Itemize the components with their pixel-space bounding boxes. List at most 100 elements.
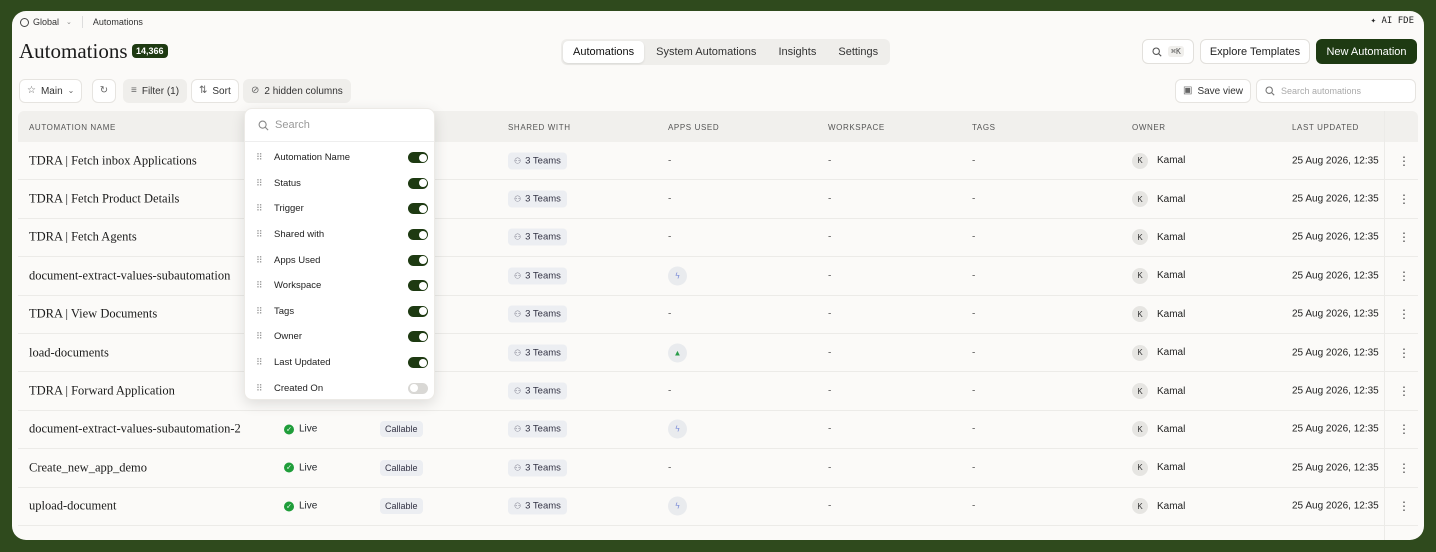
save-view-button[interactable]: ▣ Save view	[1175, 79, 1252, 103]
column-toggle-item[interactable]: ⠿ Owner	[245, 324, 434, 350]
drag-handle-icon[interactable]: ⠿	[256, 203, 263, 214]
hidden-columns-button[interactable]: ⊘ 2 hidden columns	[243, 79, 351, 103]
col-workspace[interactable]: WORKSPACE	[828, 123, 885, 132]
more-options-icon[interactable]: ⋮	[1398, 230, 1410, 244]
more-options-icon[interactable]: ⋮	[1398, 307, 1410, 321]
table-row[interactable]: TDRA | Forward Application ⚇ 3 Teams - - - K Ka…	[18, 372, 1418, 411]
column-toggle-switch[interactable]	[408, 152, 428, 164]
workspace-switcher[interactable]: Global ⌄	[12, 17, 72, 27]
tab-settings[interactable]: Settings	[828, 41, 888, 63]
drag-handle-icon[interactable]: ⠿	[256, 280, 263, 291]
ai-fde-button[interactable]: ✦ AI FDE	[1371, 16, 1414, 26]
col-owner[interactable]: OWNER	[1132, 123, 1166, 132]
more-options-icon[interactable]: ⋮	[1398, 154, 1410, 168]
column-search-input[interactable]: Search	[245, 109, 434, 142]
drag-handle-icon[interactable]: ⠿	[256, 383, 263, 394]
shared-with-badge[interactable]: ⚇ 3 Teams	[508, 305, 567, 323]
automation-name[interactable]: load-documents	[29, 345, 109, 360]
shared-with-badge[interactable]: ⚇ 3 Teams	[508, 190, 567, 208]
shared-with-badge[interactable]: ⚇ 3 Teams	[508, 344, 567, 362]
column-toggle-switch[interactable]	[408, 357, 428, 369]
sort-button[interactable]: ⇅ Sort	[191, 79, 239, 103]
shared-with-badge[interactable]: ⚇ 3 Teams	[508, 382, 567, 400]
tab-automations[interactable]: Automations	[563, 41, 645, 63]
column-toggle-item[interactable]: ⠿ Created On	[245, 375, 434, 401]
table-row[interactable]: document-extract-values-subautomation ⚇ 3 …	[18, 257, 1418, 296]
explore-templates-button[interactable]: Explore Templates	[1200, 39, 1310, 64]
col-last-updated[interactable]: LAST UPDATED	[1292, 123, 1359, 132]
col-automation-name[interactable]: AUTOMATION NAME	[29, 123, 116, 132]
automation-name[interactable]: document-extract-values-subautomation-2	[29, 422, 241, 437]
global-search-button[interactable]: ⌘K	[1142, 39, 1194, 64]
automation-name[interactable]: document-extract-values-subautomation	[29, 268, 230, 283]
more-options-icon[interactable]: ⋮	[1398, 422, 1410, 436]
column-toggle-item[interactable]: ⠿ Shared with	[245, 222, 434, 248]
more-options-icon[interactable]: ⋮	[1398, 499, 1410, 513]
column-toggle-switch[interactable]	[408, 177, 428, 189]
table-row[interactable]: load-documents ⚇ 3 Teams ▲ - - K Kamal 25 Aug 20…	[18, 334, 1418, 373]
automation-name[interactable]: TDRA | Fetch Product Details	[29, 192, 179, 207]
column-toggle-item[interactable]: ⠿ Tags	[245, 299, 434, 325]
automation-name[interactable]: Create_new_app_demo	[29, 460, 147, 475]
table-row[interactable]: upload-document ✓ Live Callable ⚇ 3 Teams ϟ - - K…	[18, 488, 1418, 526]
column-toggle-switch[interactable]	[408, 305, 428, 317]
shared-with-text: 3 Teams	[525, 385, 561, 397]
column-label: Shared with	[274, 229, 325, 241]
column-search-placeholder: Search	[275, 119, 310, 131]
table-row[interactable]: TDRA | View Documents ⚇ 3 Teams - - - K Kamal 25…	[18, 296, 1418, 334]
more-options-icon[interactable]: ⋮	[1398, 269, 1410, 283]
column-toggle-item[interactable]: ⠿ Automation Name	[245, 145, 434, 171]
col-apps-used[interactable]: APPS USED	[668, 123, 719, 132]
drag-handle-icon[interactable]: ⠿	[256, 178, 263, 189]
col-tags[interactable]: TAGS	[972, 123, 996, 132]
shared-with-badge[interactable]: ⚇ 3 Teams	[508, 267, 567, 285]
column-toggle-item[interactable]: ⠿ Workspace	[245, 273, 434, 299]
column-toggle-switch[interactable]	[408, 203, 428, 215]
col-shared-with[interactable]: SHARED WITH	[508, 123, 571, 132]
automation-name[interactable]: TDRA | Fetch Agents	[29, 230, 137, 245]
tab-insights[interactable]: Insights	[768, 41, 826, 63]
column-toggle-switch[interactable]	[408, 254, 428, 266]
table-row[interactable]: TDRA | Fetch Agents ⚇ 3 Teams - - - K Kamal 25 A…	[18, 219, 1418, 258]
table-row[interactable]: TDRA | Fetch Product Details ⚇ 3 Teams - - - K…	[18, 180, 1418, 219]
shared-with-badge[interactable]: ⚇ 3 Teams	[508, 152, 567, 170]
drag-handle-icon[interactable]: ⠿	[256, 357, 263, 368]
more-options-icon[interactable]: ⋮	[1398, 346, 1410, 360]
table-row[interactable]: document-extract-values-subautomation-2 ✓…	[18, 411, 1418, 450]
table-row[interactable]: Create_new_app_demo ✓ Live Callable ⚇ 3 Teams…	[18, 449, 1418, 488]
drag-handle-icon[interactable]: ⠿	[256, 229, 263, 240]
column-toggle-item[interactable]: ⠿ Status	[245, 171, 434, 197]
column-toggle-switch[interactable]	[408, 331, 428, 343]
column-label: Workspace	[274, 280, 322, 292]
more-options-icon[interactable]: ⋮	[1398, 192, 1410, 206]
column-toggle-item[interactable]: ⠿ Last Updated	[245, 350, 434, 376]
drag-handle-icon[interactable]: ⠿	[256, 152, 263, 163]
shared-with-badge[interactable]: ⚇ 3 Teams	[508, 420, 567, 438]
automation-name[interactable]: TDRA | Forward Application	[29, 384, 175, 399]
table-row[interactable]: TDRA | Fetch inbox Applications ⚇ 3 Teams -…	[18, 142, 1418, 181]
view-selector[interactable]: ☆ Main ⌄	[19, 79, 83, 103]
shared-with-badge[interactable]: ⚇ 3 Teams	[508, 459, 567, 477]
column-toggle-switch[interactable]	[408, 280, 428, 292]
breadcrumb[interactable]: Automations	[93, 17, 143, 27]
filter-button[interactable]: ≡ Filter (1)	[123, 79, 188, 103]
automation-name[interactable]: TDRA | View Documents	[29, 307, 157, 322]
automation-name[interactable]: upload-document	[29, 499, 116, 514]
search-automations-input[interactable]: Search automations	[1256, 79, 1416, 103]
drag-handle-icon[interactable]: ⠿	[256, 331, 263, 342]
more-options-icon[interactable]: ⋮	[1398, 461, 1410, 475]
refresh-button[interactable]: ↻	[92, 79, 116, 103]
drag-handle-icon[interactable]: ⠿	[256, 306, 263, 317]
shared-with-badge[interactable]: ⚇ 3 Teams	[508, 497, 567, 515]
more-options-icon[interactable]: ⋮	[1398, 384, 1410, 398]
shared-with-badge[interactable]: ⚇ 3 Teams	[508, 228, 567, 246]
column-toggle-switch[interactable]	[408, 229, 428, 241]
automation-name[interactable]: TDRA | Fetch inbox Applications	[29, 153, 197, 168]
column-toggle-switch[interactable]	[408, 382, 428, 394]
column-toggle-item[interactable]: ⠿ Trigger	[245, 196, 434, 222]
column-toggle-item[interactable]: ⠿ Apps Used	[245, 247, 434, 273]
drag-handle-icon[interactable]: ⠿	[256, 255, 263, 266]
new-automation-button[interactable]: New Automation	[1316, 39, 1417, 64]
tab-system-automations[interactable]: System Automations	[646, 41, 766, 63]
check-circle-icon: ✓	[284, 501, 294, 512]
